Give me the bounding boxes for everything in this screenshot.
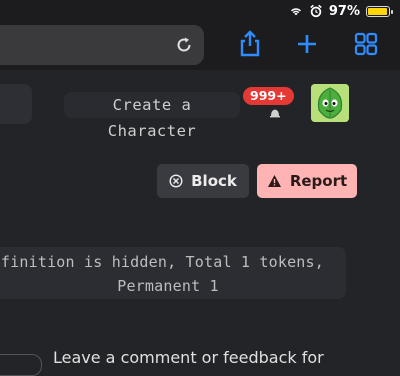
wifi-icon (290, 8, 301, 16)
new-tab-button[interactable] (293, 30, 321, 58)
status-bar: 97% (289, 2, 393, 20)
comment-avatar (0, 354, 42, 376)
battery-percent: 97% (328, 3, 360, 19)
tabs-overview-button[interactable] (352, 30, 380, 58)
browser-toolbar: 97% (0, 0, 400, 70)
avatar[interactable] (311, 84, 349, 122)
share-button[interactable] (236, 30, 264, 58)
reload-icon[interactable] (174, 35, 194, 55)
block-label: Block (191, 172, 237, 190)
battery-fill (368, 7, 388, 15)
definition-info-line1: er Definition is hidden, Total 1 tokens, (0, 253, 324, 271)
notification-badge[interactable]: 999+ (243, 87, 294, 105)
block-button[interactable]: Block (157, 164, 249, 198)
bell-icon[interactable] (268, 106, 282, 120)
grid-icon (354, 32, 378, 56)
url-bar[interactable] (0, 25, 204, 65)
create-character-button[interactable]: Create a Character (64, 92, 240, 140)
definition-info-line2: Permanent 1 (117, 277, 219, 295)
alarm-icon (310, 4, 322, 18)
definition-info: er Definition is hidden, Total 1 tokens,… (0, 247, 346, 299)
battery-icon (366, 5, 393, 17)
leaf-avatar-icon (311, 84, 349, 122)
warning-icon (267, 175, 281, 187)
report-button[interactable]: Report (257, 164, 357, 198)
search-field[interactable] (0, 84, 32, 124)
plus-icon (298, 35, 316, 53)
block-icon (169, 174, 183, 188)
report-label: Report (289, 172, 348, 190)
comment-prompt[interactable]: Leave a comment or feedback for (53, 348, 324, 367)
site-header: Create a Character 999+ (0, 80, 400, 140)
share-icon (240, 30, 260, 57)
